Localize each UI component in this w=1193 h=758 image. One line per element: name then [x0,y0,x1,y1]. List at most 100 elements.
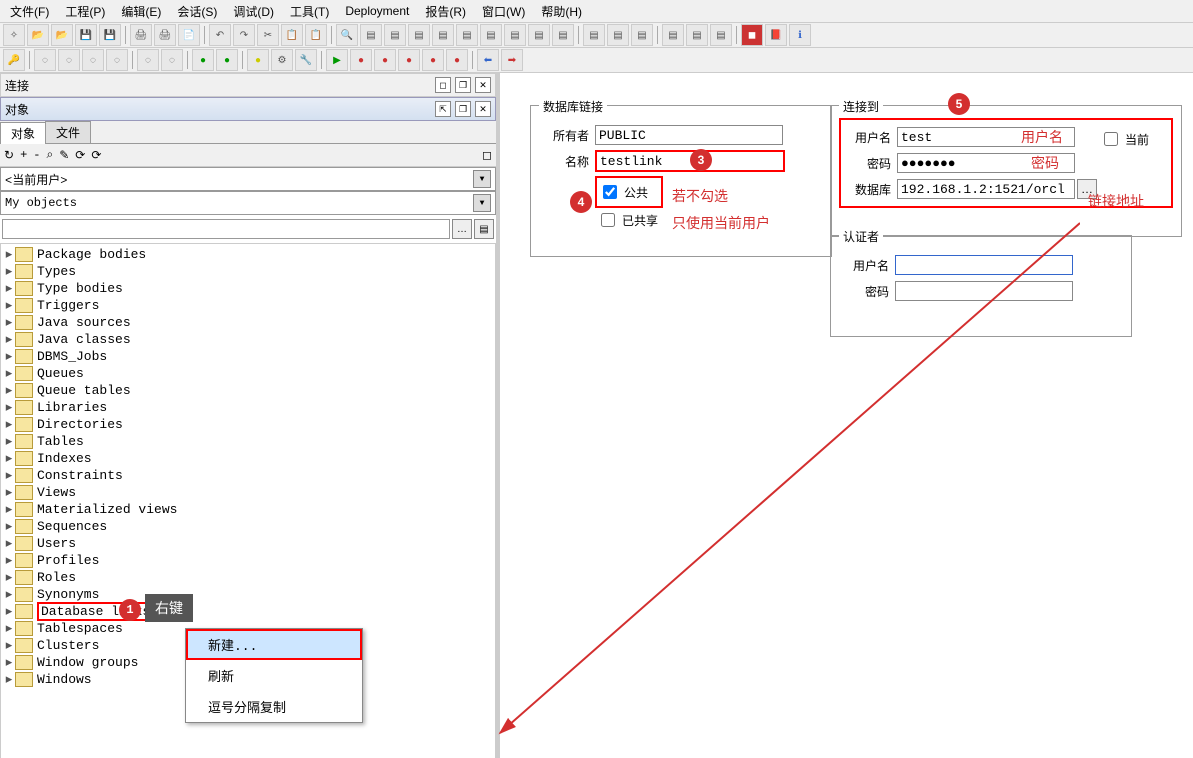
folder-icon [15,434,33,449]
tb-wrench-icon[interactable]: 🔧 [295,49,317,71]
tb-j-icon[interactable]: ▤ [583,24,605,46]
tb-h-icon[interactable]: ▤ [528,24,550,46]
tb-l-icon[interactable]: ▤ [631,24,653,46]
ctx-new[interactable]: 新建... [186,629,362,660]
tb-open-icon[interactable]: 📂 [27,24,49,46]
tb-2a-icon[interactable]: ◌ [34,49,56,71]
expand-icon[interactable]: ▸ [3,264,15,279]
expand-icon[interactable]: ▸ [3,553,15,568]
expand-icon[interactable]: ▸ [3,332,15,347]
expand-icon[interactable]: ▸ [3,570,15,585]
tb-o-icon[interactable]: ▤ [710,24,732,46]
tb-print2-icon[interactable]: 🖨 [154,24,176,46]
mini-refresh-icon[interactable]: ↻ [4,148,14,163]
tb-info-icon[interactable]: ℹ [789,24,811,46]
tb-copy-icon[interactable]: 📋 [281,24,303,46]
tab-files[interactable]: 文件 [45,121,91,143]
expand-icon[interactable]: ▸ [3,417,15,432]
tb-i-icon[interactable]: ▤ [552,24,574,46]
tb-stop-icon[interactable]: ● [350,49,372,71]
mini-find-icon[interactable]: ⌕ [46,148,53,162]
expand-icon[interactable]: ▸ [3,349,15,364]
expand-icon[interactable]: ▸ [3,383,15,398]
tree-node-label: Tables [37,434,84,449]
toolbar-1: ✧ 📂 📂 💾 💾 🖨 🖨 📄 ↶ ↷ ✂ 📋 📋 🔍 ▤ ▤ ▤ ▤ ▤ ▤ … [0,23,1193,48]
menu-project[interactable]: 工程(P) [57,1,113,22]
expand-icon[interactable]: ▸ [3,672,15,687]
expand-icon[interactable]: ▸ [3,587,15,602]
expand-icon[interactable]: ▸ [3,400,15,415]
tb-2d-icon[interactable]: ◌ [106,49,128,71]
tb-new-icon[interactable]: ✧ [3,24,25,46]
mini-b-icon[interactable]: ⟳ [91,148,101,163]
menu-report[interactable]: 报告(R) [417,1,474,22]
expand-icon[interactable]: ▸ [3,638,15,653]
tb-e-icon[interactable]: ▤ [456,24,478,46]
tb-redo-icon[interactable]: ↷ [233,24,255,46]
expand-icon[interactable]: ▸ [3,485,15,500]
tb-print3-icon[interactable]: 📄 [178,24,200,46]
tb-n-icon[interactable]: ▤ [686,24,708,46]
expand-icon[interactable]: ▸ [3,281,15,296]
tb-print-icon[interactable]: 🖨 [130,24,152,46]
expand-icon[interactable]: ▸ [3,451,15,466]
expand-icon[interactable]: ▸ [3,298,15,313]
tb-g-icon[interactable]: ▤ [504,24,526,46]
menu-file[interactable]: 文件(F) [2,1,57,22]
tb-cut-icon[interactable]: ✂ [257,24,279,46]
ctx-csv-copy[interactable]: 逗号分隔复制 [186,691,362,722]
menu-tools[interactable]: 工具(T) [282,1,337,22]
folder-icon [15,519,33,534]
expand-icon[interactable]: ▸ [3,502,15,517]
tb-run-icon[interactable]: ▶ [326,49,348,71]
tb-2e-icon[interactable]: ◌ [137,49,159,71]
tb-d-icon[interactable]: ▤ [432,24,454,46]
expand-icon[interactable]: ▸ [3,468,15,483]
tb-green1-icon[interactable]: ● [192,49,214,71]
menu-deployment[interactable]: Deployment [337,2,417,20]
menu-window[interactable]: 窗口(W) [474,1,533,22]
tb-f-icon[interactable]: ▤ [480,24,502,46]
tb-key-icon[interactable]: 🔑 [3,49,25,71]
tb-undo-icon[interactable]: ↶ [209,24,231,46]
tb-db-icon[interactable]: ◼ [741,24,763,46]
tb-open2-icon[interactable]: 📂 [51,24,73,46]
tb-saveall-icon[interactable]: 💾 [99,24,121,46]
tb-gear-icon[interactable]: ⚙ [271,49,293,71]
mini-edit-icon[interactable]: ✎ [59,148,69,163]
current-checkbox[interactable] [1104,132,1118,146]
expand-icon[interactable]: ▸ [3,604,15,619]
mini-collapse-icon[interactable]: - [33,148,40,162]
tb-a-icon[interactable]: ▤ [360,24,382,46]
expand-icon[interactable]: ▸ [3,519,15,534]
expand-icon[interactable]: ▸ [3,315,15,330]
ctx-refresh[interactable]: 刷新 [186,660,362,691]
menu-help[interactable]: 帮助(H) [533,1,590,22]
expand-icon[interactable]: ▸ [3,621,15,636]
menu-edit[interactable]: 编辑(E) [113,1,169,22]
expand-icon[interactable]: ▸ [3,247,15,262]
tb-2f-icon[interactable]: ◌ [161,49,183,71]
folder-icon [15,655,33,670]
tb-k-icon[interactable]: ▤ [607,24,629,46]
expand-icon[interactable]: ▸ [3,434,15,449]
tb-green2-icon[interactable]: ● [216,49,238,71]
expand-icon[interactable]: ▸ [3,536,15,551]
tb-c-icon[interactable]: ▤ [408,24,430,46]
menu-session[interactable]: 会话(S) [169,1,225,22]
tb-paste-icon[interactable]: 📋 [305,24,327,46]
expand-icon[interactable]: ▸ [3,366,15,381]
tb-m-icon[interactable]: ▤ [662,24,684,46]
mini-a-icon[interactable]: ⟳ [75,148,85,163]
tab-objects[interactable]: 对象 [0,122,46,144]
tb-pdf-icon[interactable]: 📕 [765,24,787,46]
tb-2b-icon[interactable]: ◌ [58,49,80,71]
expand-icon[interactable]: ▸ [3,655,15,670]
menu-debug[interactable]: 调试(D) [225,1,282,22]
tb-b-icon[interactable]: ▤ [384,24,406,46]
tb-find-icon[interactable]: 🔍 [336,24,358,46]
mini-expand-icon[interactable]: + [20,148,27,162]
tb-yellow-icon[interactable]: ● [247,49,269,71]
tb-2c-icon[interactable]: ◌ [82,49,104,71]
tb-save-icon[interactable]: 💾 [75,24,97,46]
